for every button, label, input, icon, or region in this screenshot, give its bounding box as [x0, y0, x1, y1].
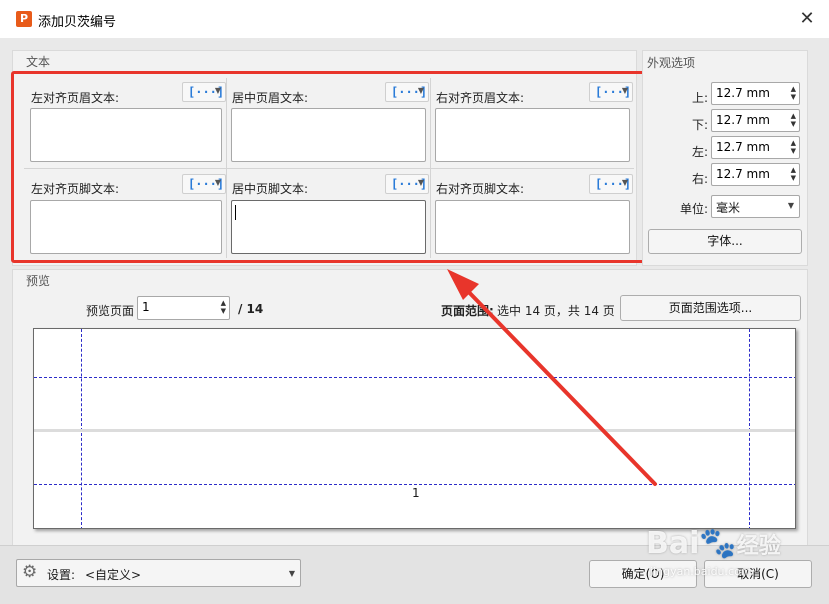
page-break [34, 429, 795, 432]
window-title: 添加贝茨编号 [38, 15, 117, 30]
dialog-body: 文本 左对齐页眉文本: [···] ▼ 居中页眉文本: [···] ▼ 右对齐页眉文… [0, 38, 829, 604]
unit-value: 毫米 [716, 201, 741, 215]
spinner-arrows-icon[interactable]: ▲ ▼ [791, 139, 796, 155]
gear-icon: ⚙ [22, 562, 38, 582]
paw-icon: 🐾 [699, 526, 737, 561]
spinner-arrows-icon[interactable]: ▲ ▼ [791, 166, 796, 182]
app-logo-icon: P [16, 11, 32, 27]
text-group-title: 文本 [26, 55, 51, 69]
page-range-info: 选中 14 页，共 14 页 [497, 304, 615, 318]
title-bar: P 添加贝茨编号 ✕ [0, 0, 829, 38]
watermark-url: jingyan.baidu.com [650, 565, 752, 578]
right-margin-spinner[interactable]: 12.7 mm ▲ ▼ [711, 163, 800, 186]
left-margin-value: 12.7 mm [716, 140, 770, 154]
top-margin-guide [34, 377, 795, 378]
bottom-margin-label: 下: [692, 118, 709, 132]
top-margin-label: 上: [692, 91, 709, 105]
unit-select[interactable]: 毫米 ▼ [711, 195, 800, 218]
page-total: / 14 [238, 302, 264, 316]
top-margin-value: 12.7 mm [716, 86, 770, 100]
settings-select[interactable]: ⚙ 设置: <自定义> ▼ [16, 559, 301, 587]
spinner-arrows-icon[interactable]: ▲ ▼ [791, 112, 796, 128]
preview-page-label: 预览页面 [86, 304, 135, 318]
close-icon[interactable]: ✕ [793, 6, 821, 32]
right-margin-label: 右: [692, 172, 709, 186]
preview-page-number: 1 [412, 486, 420, 500]
highlight-box [11, 71, 647, 263]
settings-label: 设置: [47, 568, 76, 582]
left-margin-spinner[interactable]: 12.7 mm ▲ ▼ [711, 136, 800, 159]
settings-value: <自定义> [85, 568, 142, 582]
page-range-options-button[interactable]: 页面范围选项... [620, 295, 801, 321]
chevron-down-icon: ▼ [787, 201, 794, 210]
unit-label: 单位: [680, 202, 709, 216]
preview-page-value: 1 [142, 300, 150, 314]
left-margin-label: 左: [692, 145, 709, 159]
bottom-margin-guide [34, 484, 795, 485]
top-margin-spinner[interactable]: 12.7 mm ▲ ▼ [711, 82, 800, 105]
spinner-arrows-icon[interactable]: ▲ ▼ [221, 299, 226, 315]
bottom-margin-value: 12.7 mm [716, 113, 770, 127]
dialog-window: P 添加贝茨编号 ✕ 文本 左对齐页眉文本: [···] ▼ 居中页眉文本: [·… [0, 0, 829, 604]
preview-group-title: 预览 [26, 274, 51, 288]
page-range-label: 页面范围: [441, 304, 494, 318]
preview-page-spinner[interactable]: 1 ▲ ▼ [137, 296, 230, 320]
watermark-brand: Bai🐾经验 [646, 526, 781, 561]
bottom-margin-spinner[interactable]: 12.7 mm ▲ ▼ [711, 109, 800, 132]
chevron-down-icon: ▼ [288, 569, 295, 578]
spinner-arrows-icon[interactable]: ▲ ▼ [791, 85, 796, 101]
right-margin-value: 12.7 mm [716, 167, 770, 181]
appearance-group-title: 外观选项 [647, 56, 696, 70]
preview-canvas: 1 [33, 328, 796, 529]
font-button[interactable]: 字体... [648, 229, 802, 254]
